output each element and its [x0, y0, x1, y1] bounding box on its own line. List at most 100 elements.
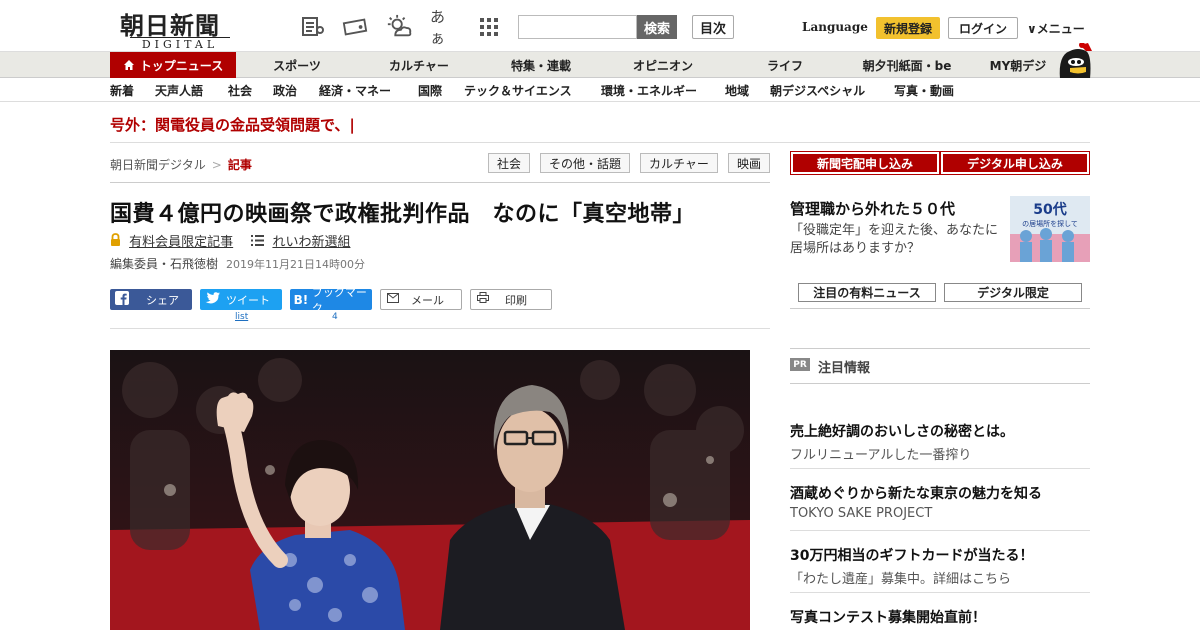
publish-date: 2019年11月21日14時00分: [226, 258, 365, 271]
tag-other-topics[interactable]: その他・話題: [540, 153, 630, 173]
mail-icon: [381, 292, 405, 307]
nav-item-sports[interactable]: スポーツ: [252, 52, 342, 78]
tab-paid-news[interactable]: 注目の有料ニュース: [798, 283, 936, 302]
search-input[interactable]: [518, 15, 637, 39]
font-size-icon[interactable]: あぁ: [430, 8, 456, 47]
subnav-international[interactable]: 国際: [418, 82, 442, 99]
divider: [110, 182, 770, 183]
article-byline: 編集委員・石飛徳樹 2019年11月21日14時00分: [110, 255, 365, 272]
pr-badge: PR: [790, 358, 810, 371]
pr-item-sub[interactable]: フルリニューアルした一番搾り: [790, 444, 971, 463]
promo-text[interactable]: 「役職定年」を迎えた後、あなたに居場所はありますか？: [790, 222, 1005, 258]
subnav-tenseijingo[interactable]: 天声人語: [155, 82, 203, 99]
nav-item-my-asadigi[interactable]: MY朝デジ: [978, 52, 1058, 78]
pr-item-title[interactable]: 写真コンテスト募集開始直前！: [790, 607, 986, 627]
menu-button[interactable]: ∨メニュー: [1027, 20, 1085, 37]
bookmark-label: ブックマーク: [311, 285, 367, 315]
ticket-icon[interactable]: [342, 14, 368, 40]
divider: [790, 530, 1090, 531]
article-headline: 国費４億円の映画祭で政権批判作品 なのに「真空地帯」: [110, 201, 696, 227]
nav-item-label: トップニュース: [139, 58, 224, 73]
bookmark-count: 4: [332, 312, 338, 322]
hatena-bookmark-icon: B!: [293, 292, 309, 307]
list-icon: [251, 235, 268, 250]
subnav-special[interactable]: 朝デジスペシャル: [770, 82, 865, 99]
tab-digital-only[interactable]: デジタル限定: [944, 283, 1082, 302]
mascot-icon[interactable]: [1056, 42, 1094, 79]
language-link[interactable]: Language: [802, 20, 868, 34]
subscribe-digital-button[interactable]: デジタル申し込み: [940, 151, 1090, 175]
divider: [110, 328, 770, 329]
breadcrumb-home[interactable]: 朝日新聞デジタル: [110, 158, 206, 172]
nav-item-culture[interactable]: カルチャー: [370, 52, 468, 78]
series-link[interactable]: れいわ新選組: [272, 235, 350, 250]
share-mail-button[interactable]: メール: [380, 289, 462, 310]
pr-item-sub[interactable]: 「わたし遺産」募集中。詳細はこちら: [790, 568, 1011, 587]
divider: [790, 383, 1090, 384]
weather-icon[interactable]: [386, 14, 412, 40]
subnav-economy[interactable]: 経済・マネー: [319, 82, 391, 99]
register-button[interactable]: 新規登録: [876, 17, 940, 39]
tweet-count[interactable]: list: [235, 312, 248, 322]
pr-item-title[interactable]: 売上絶好調のおいしさの秘密とは。: [790, 421, 1014, 441]
promo-image-small: の居場所を探して: [1022, 219, 1078, 228]
subnav-society[interactable]: 社会: [228, 82, 252, 99]
promo-title[interactable]: 管理職から外れた５０代: [790, 198, 955, 219]
nav-item-top-news[interactable]: トップニュース: [110, 52, 236, 78]
tag-movie[interactable]: 映画: [728, 153, 770, 173]
apps-grid-icon[interactable]: [476, 14, 502, 40]
pr-item-title[interactable]: 30万円相当のギフトカードが当たる！: [790, 545, 1033, 565]
subnav-photo-video[interactable]: 写真・動画: [894, 82, 954, 99]
nav-item-features[interactable]: 特集・連載: [490, 52, 592, 78]
nav-item-opinion[interactable]: オピニオン: [614, 52, 712, 78]
nav-item-paper[interactable]: 朝夕刊紙面・be: [852, 52, 962, 78]
share-hatena-button[interactable]: B! ブックマーク: [290, 286, 372, 315]
main-nav: トップニュース スポーツ カルチャー 特集・連載 オピニオン ライフ 朝夕刊紙面…: [0, 52, 1200, 78]
divider: [790, 348, 1090, 349]
subscribe-paper-button[interactable]: 新聞宅配申し込み: [790, 151, 940, 175]
site-logo[interactable]: 朝日新聞 DIGITAL: [112, 6, 252, 51]
facebook-icon: [110, 290, 134, 309]
subnav-new[interactable]: 新着: [110, 82, 134, 99]
divider: [790, 468, 1090, 469]
print-button[interactable]: 印刷: [470, 289, 552, 310]
subnav-region[interactable]: 地域: [725, 82, 749, 99]
print-label: 印刷: [505, 293, 527, 307]
divider: [790, 592, 1090, 593]
subnav-politics[interactable]: 政治: [273, 82, 297, 99]
breadcrumb-current: 記事: [227, 158, 252, 172]
tag-society[interactable]: 社会: [488, 153, 530, 173]
promo-image[interactable]: 50代 の居場所を探して: [1010, 196, 1090, 262]
divider: [790, 308, 1090, 309]
article-photo: [110, 350, 750, 630]
share-facebook-button[interactable]: シェア: [110, 289, 192, 310]
logo-text-en: DIGITAL: [130, 37, 230, 51]
promo-image-big: 50代: [1033, 201, 1066, 218]
breadcrumb-separator: >: [211, 158, 222, 172]
search-button[interactable]: 検索: [637, 15, 677, 39]
newspaper-icon[interactable]: [300, 14, 326, 40]
lock-icon: [110, 233, 125, 250]
logo-text-jp: 朝日新聞: [120, 11, 220, 40]
pr-item-title[interactable]: 酒蔵めぐりから新たな東京の魅力を知る: [790, 483, 1042, 503]
subnav-environment[interactable]: 環境・エネルギー: [601, 82, 697, 99]
pr-item-sub[interactable]: TOKYO SAKE PROJECT: [790, 506, 932, 521]
twitter-icon: [200, 291, 224, 308]
breadcrumb: 朝日新聞デジタル > 記事: [110, 156, 252, 173]
share-twitter-button[interactable]: ツイート: [200, 289, 282, 310]
nav-item-life[interactable]: ライフ: [740, 52, 830, 78]
print-icon: [471, 292, 495, 307]
mail-label: メール: [411, 293, 444, 307]
member-only-link[interactable]: 有料会員限定記事: [129, 235, 233, 250]
sub-nav: 新着 天声人語 社会 政治 経済・マネー 国際 テック＆サイエンス 環境・エネル…: [0, 78, 1200, 102]
site-header: 朝日新聞 DIGITAL あぁ 検索 目次 Language 新規登録 ログイン…: [0, 0, 1200, 52]
breaking-news-link[interactable]: 号外：関電役員の金品受領問題で、|: [110, 114, 355, 135]
login-button[interactable]: ログイン: [948, 17, 1018, 39]
subnav-tech[interactable]: テック＆サイエンス: [464, 82, 572, 99]
tweet-label: ツイート: [226, 293, 270, 307]
divider: [110, 142, 1090, 143]
tag-culture[interactable]: カルチャー: [640, 153, 718, 173]
toc-button[interactable]: 目次: [692, 15, 734, 39]
pr-section-title: 注目情報: [818, 361, 871, 376]
share-label: シェア: [146, 293, 179, 307]
